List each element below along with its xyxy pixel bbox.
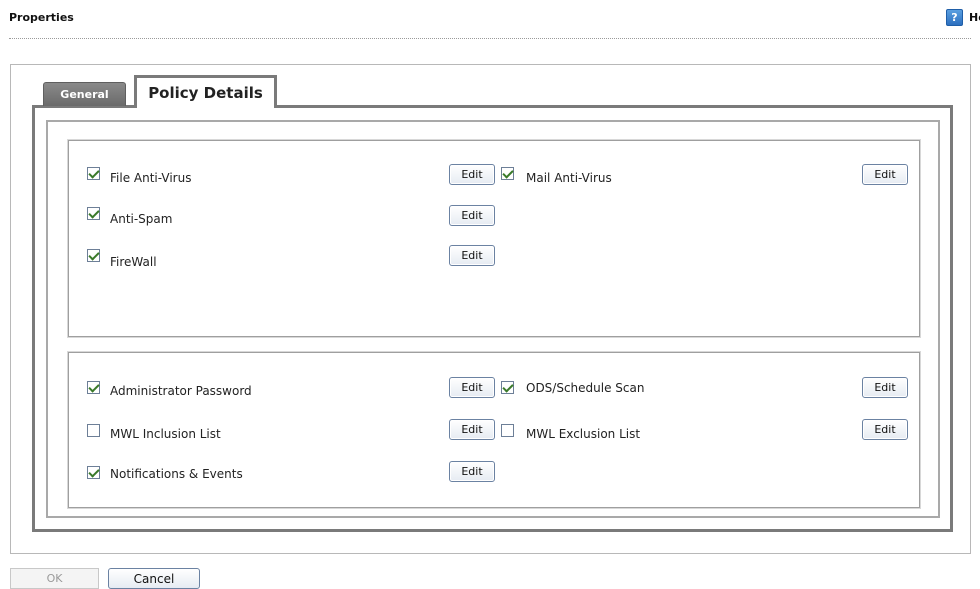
header-divider [9, 38, 971, 39]
mwl-exclusion-list-label: MWL Exclusion List [526, 427, 641, 441]
mwl-inclusion-list-label: MWL Inclusion List [110, 427, 221, 441]
file-anti-virus-label: File Anti-Virus [110, 171, 192, 185]
firewall-label: FireWall [110, 255, 157, 269]
tab-policy-details[interactable]: Policy Details [134, 75, 277, 108]
administrator-password-edit-button[interactable]: Edit [449, 377, 495, 398]
help-icon[interactable]: ? [946, 9, 963, 26]
ok-button[interactable]: OK [10, 568, 99, 589]
ods-schedule-scan-edit-button[interactable]: Edit [862, 377, 908, 398]
anti-spam-edit-button[interactable]: Edit [449, 205, 495, 226]
file-anti-virus-edit-button[interactable]: Edit [449, 164, 495, 185]
mwl-inclusion-list-edit-button[interactable]: Edit [449, 419, 495, 440]
ods-schedule-scan-label: ODS/Schedule Scan [526, 381, 645, 395]
page-title: Properties [9, 11, 74, 24]
mwl-exclusion-list-checkbox[interactable] [501, 424, 514, 437]
administrator-password-checkbox[interactable] [87, 381, 100, 394]
mail-anti-virus-edit-button[interactable]: Edit [862, 164, 908, 185]
firewall-edit-button[interactable]: Edit [449, 245, 495, 266]
help-link[interactable]: ? Help [946, 9, 980, 26]
administrator-password-label: Administrator Password [110, 384, 252, 398]
ods-schedule-scan-checkbox[interactable] [501, 381, 514, 394]
help-label[interactable]: Help [969, 11, 980, 24]
tab-general[interactable]: General [43, 82, 126, 106]
anti-spam-checkbox[interactable] [87, 207, 100, 220]
cancel-button[interactable]: Cancel [108, 568, 200, 589]
anti-spam-label: Anti-Spam [110, 212, 173, 226]
notifications-events-checkbox[interactable] [87, 466, 100, 479]
firewall-checkbox[interactable] [87, 249, 100, 262]
notifications-events-edit-button[interactable]: Edit [449, 461, 495, 482]
mail-anti-virus-label: Mail Anti-Virus [526, 171, 612, 185]
mwl-exclusion-list-edit-button[interactable]: Edit [862, 419, 908, 440]
mail-anti-virus-checkbox[interactable] [501, 167, 514, 180]
file-anti-virus-checkbox[interactable] [87, 167, 100, 180]
mwl-inclusion-list-checkbox[interactable] [87, 424, 100, 437]
notifications-events-label: Notifications & Events [110, 467, 243, 481]
